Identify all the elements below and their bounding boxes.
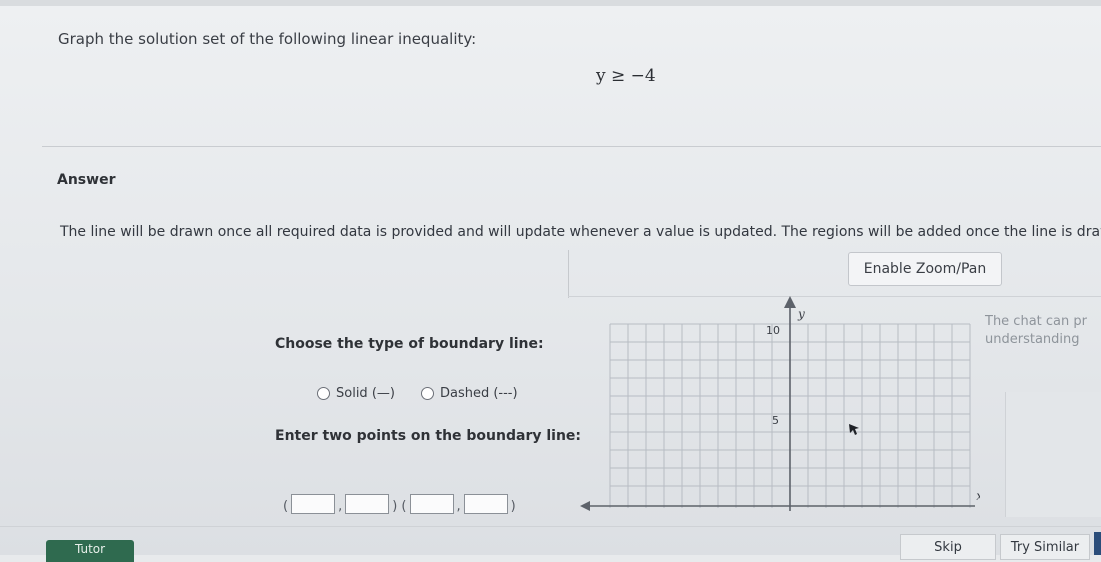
footer-divider <box>0 526 1101 527</box>
chat-preview-line-2: understanding <box>985 332 1080 347</box>
boundary-type-label: Choose the type of boundary line: <box>275 336 544 352</box>
x-axis-arrow-left <box>580 501 590 511</box>
panel-divider <box>568 250 569 298</box>
question-prompt: Graph the solution set of the following … <box>58 30 477 48</box>
edge-tab[interactable] <box>1094 532 1101 555</box>
chat-panel <box>1005 392 1101 517</box>
tick-label-10: 10 <box>766 324 780 337</box>
try-similar-button[interactable]: Try Similar <box>1000 534 1090 560</box>
boundary-points-inputs: ( , ) ( , ) <box>282 494 517 514</box>
mouse-cursor-icon <box>849 424 859 435</box>
enable-zoom-pan-button[interactable]: Enable Zoom/Pan <box>848 252 1002 286</box>
dashed-option[interactable]: Dashed (---) <box>420 386 518 401</box>
comma: , <box>456 499 461 514</box>
y-axis-arrow-up <box>784 296 796 308</box>
coordinate-graph[interactable]: y x 10 5 <box>580 296 980 518</box>
top-bar <box>0 0 1101 6</box>
open-paren: ( <box>283 499 289 514</box>
chat-preview-line-1: The chat can pr <box>985 314 1087 329</box>
divider <box>42 146 1101 147</box>
page: Graph the solution set of the following … <box>0 0 1101 562</box>
point2-y-input[interactable] <box>463 494 508 514</box>
solid-option[interactable]: Solid (—) <box>317 386 395 401</box>
x-axis-label: x <box>976 489 980 503</box>
solid-radio[interactable] <box>317 387 330 400</box>
point2-x-input[interactable] <box>409 494 454 514</box>
skip-button[interactable]: Skip <box>900 534 996 560</box>
point1-y-input[interactable] <box>345 494 390 514</box>
tutor-button[interactable]: Tutor <box>46 540 134 562</box>
point-separator: ) ( <box>392 499 407 514</box>
boundary-type-options: Solid (—) Dashed (---) <box>317 386 518 401</box>
comma: , <box>338 499 343 514</box>
answer-label: Answer <box>57 172 116 188</box>
solid-option-label: Solid (—) <box>336 386 395 401</box>
close-paren: ) <box>510 499 516 514</box>
point1-x-input[interactable] <box>291 494 336 514</box>
boundary-points-label: Enter two points on the boundary line: <box>275 428 582 444</box>
graph-notice: The line will be drawn once all required… <box>60 224 1101 240</box>
dashed-radio[interactable] <box>420 387 434 400</box>
chat-preview: The chat can pr understanding <box>985 313 1087 349</box>
inequality: y ≥ −4 <box>596 66 656 86</box>
y-axis-label: y <box>797 307 805 321</box>
tick-label-5: 5 <box>772 414 779 427</box>
dashed-option-label: Dashed (---) <box>439 386 518 401</box>
